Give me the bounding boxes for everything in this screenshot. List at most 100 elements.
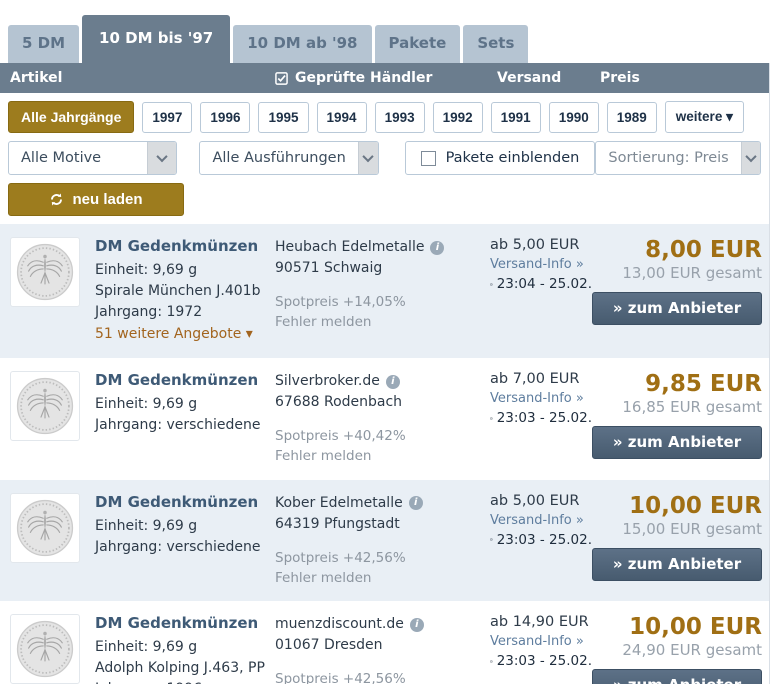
zum-anbieter-button[interactable]: » zum Anbieter	[592, 669, 762, 684]
tab-bar: 5 DM10 DM bis '9710 DM ab '98PaketeSets	[0, 15, 783, 63]
reload-button[interactable]: neu laden	[8, 183, 184, 216]
unchecked-checkbox-icon[interactable]	[421, 151, 436, 166]
ausfuehrung-select-value: Alle Ausführungen	[200, 142, 357, 174]
year-filter-row: Alle Jahrgänge 1997 1996 1995 1994 1993 1992 1…	[8, 101, 761, 133]
listing-year: Jahrgang: verschiedene	[95, 537, 275, 558]
spot-price: Spotpreis +40,42%	[275, 426, 490, 446]
shipping-info-link[interactable]: Versand-Info »	[490, 634, 592, 649]
spot-price: Spotpreis +42,56%	[275, 548, 490, 568]
listing-row: DM Gedenkmünzen Einheit: 9,69 g Adolph K…	[0, 601, 769, 684]
listing-year: Jahrgang: verschiedene	[95, 415, 275, 436]
year-button-1997[interactable]: 1997	[142, 102, 192, 133]
listing-subtitle: Adolph Kolping J.463, PP	[95, 658, 275, 679]
content: Artikel Geprüfte Händler Versand Preis A…	[0, 63, 770, 684]
info-icon[interactable]	[410, 618, 424, 632]
dealer-location: 01067 Dresden	[275, 635, 490, 656]
all-years-button[interactable]: Alle Jahrgänge	[8, 101, 134, 133]
filter-row-2: Alle Motive Alle Ausführungen Pakete ein…	[8, 141, 761, 175]
more-years-button[interactable]: weitere ▾	[665, 101, 744, 133]
listing-row: DM Gedenkmünzen Einheit: 9,69 g Jahrgang…	[0, 358, 769, 480]
total-price: 13,00 EUR gesamt	[592, 264, 762, 282]
info-icon[interactable]	[386, 375, 400, 389]
tab-10-dm-ab-98[interactable]: 10 DM ab '98	[233, 25, 371, 63]
report-error-link[interactable]: Fehler melden	[275, 312, 490, 332]
total-price: 16,85 EUR gesamt	[592, 398, 762, 416]
checked-checkbox-icon	[275, 72, 288, 85]
shipping-cost: ab 7,00 EUR	[490, 371, 592, 387]
clock-icon	[490, 533, 493, 546]
order-deadline: 23:04 - 25.02.	[497, 276, 592, 292]
listings: DM Gedenkmünzen Einheit: 9,69 g Spirale …	[0, 224, 769, 684]
article-details: DM Gedenkmünzen Einheit: 9,69 g Adolph K…	[95, 614, 275, 684]
report-error-link[interactable]: Fehler melden	[275, 446, 490, 466]
shipping-info-link[interactable]: Versand-Info »	[490, 513, 592, 528]
year-button-1990[interactable]: 1990	[549, 102, 599, 133]
clock-icon	[490, 655, 493, 668]
dealer-name[interactable]: Kober Edelmetalle	[275, 493, 403, 514]
column-versand: Versand	[497, 70, 600, 86]
listing-title: DM Gedenkmünzen	[95, 493, 275, 511]
sort-select-value: Sortierung: Preis	[596, 142, 740, 174]
listing-unit: Einheit: 9,69 g	[95, 637, 275, 658]
dealer-location: 64319 Pfungstadt	[275, 514, 490, 535]
tab-10-dm-bis-97[interactable]: 10 DM bis '97	[82, 15, 230, 63]
zum-anbieter-button[interactable]: » zum Anbieter	[592, 548, 762, 581]
tab-pakete[interactable]: Pakete	[375, 25, 461, 63]
reload-label: neu laden	[72, 191, 142, 208]
year-button-1993[interactable]: 1993	[375, 102, 425, 133]
order-deadline: 23:03 - 25.02.	[497, 653, 592, 669]
chevron-down-icon	[358, 142, 378, 174]
tab-sets[interactable]: Sets	[463, 25, 528, 63]
refresh-icon	[49, 192, 64, 207]
shipping-cost: ab 5,00 EUR	[490, 237, 592, 253]
info-icon[interactable]	[430, 241, 444, 255]
shipping-info-link[interactable]: Versand-Info »	[490, 391, 592, 406]
filter-panel: Alle Jahrgänge 1997 1996 1995 1994 1993 1992 1…	[0, 93, 769, 224]
tab-5-dm[interactable]: 5 DM	[8, 25, 79, 63]
year-button-1992[interactable]: 1992	[433, 102, 483, 133]
shipping-info: ab 14,90 EUR Versand-Info » 23:03 - 25.0…	[490, 614, 592, 669]
listing-row: DM Gedenkmünzen Einheit: 9,69 g Jahrgang…	[0, 480, 769, 602]
year-button-1994[interactable]: 1994	[317, 102, 367, 133]
zum-anbieter-button[interactable]: » zum Anbieter	[592, 426, 762, 459]
dealer-name[interactable]: muenzdiscount.de	[275, 614, 404, 635]
year-button-1989[interactable]: 1989	[607, 102, 657, 133]
shipping-cost: ab 14,90 EUR	[490, 614, 592, 630]
coin-image	[10, 237, 80, 307]
coin-image-cell	[10, 614, 95, 684]
dealer-info: Kober Edelmetalle 64319 Pfungstadt Spotp…	[275, 493, 490, 589]
verified-dealers-toggle[interactable]: Geprüfte Händler	[275, 70, 497, 86]
report-error-link[interactable]: Fehler melden	[275, 568, 490, 588]
column-preis: Preis	[600, 70, 759, 86]
coin-image-cell	[10, 237, 95, 307]
listing-title: DM Gedenkmünzen	[95, 371, 275, 389]
spot-price: Spotpreis +14,05%	[275, 292, 490, 312]
year-button-1996[interactable]: 1996	[200, 102, 250, 133]
clock-icon	[490, 412, 493, 425]
chevron-down-icon	[147, 142, 176, 174]
item-price: 8,00 EUR	[592, 237, 762, 263]
motive-select[interactable]: Alle Motive	[8, 141, 177, 175]
year-button-1991[interactable]: 1991	[491, 102, 541, 133]
dealer-name[interactable]: Heubach Edelmetalle	[275, 237, 424, 258]
year-button-1995[interactable]: 1995	[258, 102, 308, 133]
shipping-info-link[interactable]: Versand-Info »	[490, 257, 592, 272]
dealer-location: 90571 Schwaig	[275, 258, 490, 279]
sort-select[interactable]: Sortierung: Preis	[595, 141, 761, 175]
listing-unit: Einheit: 9,69 g	[95, 516, 275, 537]
spot-price: Spotpreis +42,56%	[275, 669, 490, 684]
dealer-info: Silverbroker.de 67688 Rodenbach Spotprei…	[275, 371, 490, 467]
info-icon[interactable]	[409, 496, 423, 510]
show-packages-label: Pakete einblenden	[446, 150, 580, 166]
item-price: 10,00 EUR	[592, 493, 762, 519]
column-header: Artikel Geprüfte Händler Versand Preis	[0, 63, 769, 93]
article-details: DM Gedenkmünzen Einheit: 9,69 g Jahrgang…	[95, 371, 275, 436]
coin-icon	[14, 241, 76, 303]
dealer-name[interactable]: Silverbroker.de	[275, 371, 380, 392]
more-offers-link[interactable]: 51 weitere Angebote ▾	[95, 324, 275, 345]
show-packages-checkbox[interactable]: Pakete einblenden	[405, 141, 596, 175]
price-column: 10,00 EUR 15,00 EUR gesamt » zum Anbiete…	[592, 493, 762, 581]
ausfuehrung-select[interactable]: Alle Ausführungen	[199, 141, 378, 175]
zum-anbieter-button[interactable]: » zum Anbieter	[592, 292, 762, 325]
article-details: DM Gedenkmünzen Einheit: 9,69 g Jahrgang…	[95, 493, 275, 558]
